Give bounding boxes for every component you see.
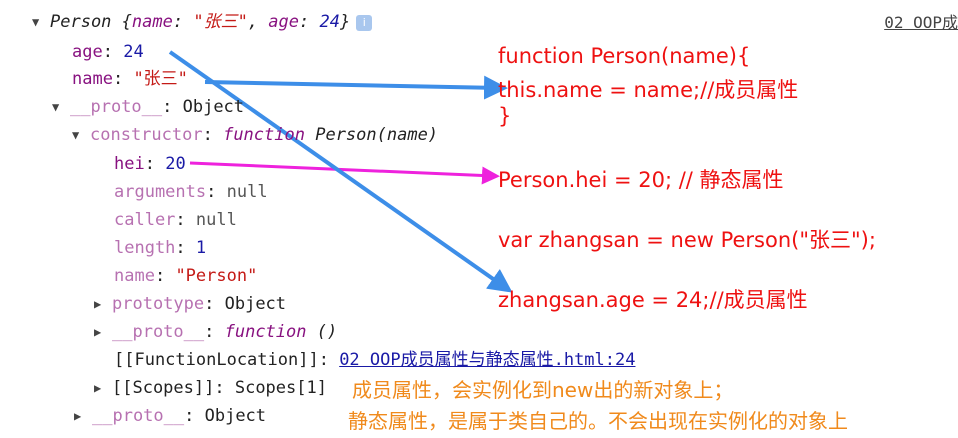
expand-right-icon[interactable]: ▶ bbox=[94, 320, 112, 344]
note-static-assign: Person.hei = 20; // 静态属性 bbox=[498, 168, 784, 192]
note-member-assign: this.name = name;//成员属性 bbox=[498, 78, 799, 102]
expand-down-icon[interactable]: ▼ bbox=[52, 95, 70, 119]
prop-constructor[interactable]: ▼ constructor: function Person(name) bbox=[72, 123, 438, 147]
prop-age: age: 24 bbox=[72, 42, 144, 62]
prop-scopes[interactable]: ▶ [[Scopes]]: Scopes[1] bbox=[94, 376, 327, 400]
prop-function-name: name: "Person" bbox=[114, 266, 258, 286]
note-instance-member: zhangsan.age = 24;//成员属性 bbox=[498, 288, 808, 312]
note-close-brace: } bbox=[498, 104, 512, 128]
prop-hei: hei: 20 bbox=[114, 154, 186, 174]
expand-right-icon[interactable]: ▶ bbox=[74, 404, 92, 428]
object-summary-row[interactable]: ▼ Person {name: "张三", age: 24} i bbox=[32, 10, 373, 34]
prop-arguments: arguments: null bbox=[114, 182, 268, 202]
expand-right-icon[interactable]: ▶ bbox=[94, 292, 112, 316]
prop-length: length: 1 bbox=[114, 238, 207, 258]
arrow-hei-to-static bbox=[189, 161, 500, 185]
expand-right-icon[interactable]: ▶ bbox=[94, 376, 112, 400]
expand-down-icon[interactable]: ▼ bbox=[32, 10, 50, 34]
arrow-name-to-this-name bbox=[204, 75, 508, 100]
prop-proto-object-2[interactable]: ▶ __proto__: Object bbox=[74, 404, 266, 428]
prop-prototype[interactable]: ▶ prototype: Object bbox=[94, 292, 286, 316]
arrow-age-to-member bbox=[168, 50, 513, 293]
prop-proto-function[interactable]: ▶ __proto__: function () bbox=[94, 320, 337, 344]
info-icon[interactable]: i bbox=[356, 15, 373, 31]
prop-function-location: [[FunctionLocation]]: 02 OOP成员属性与静态属性.ht… bbox=[114, 350, 636, 370]
function-location-link[interactable]: 02 OOP成员属性与静态属性.html:24 bbox=[339, 350, 635, 370]
prop-proto-object[interactable]: ▼ __proto__: Object bbox=[52, 95, 244, 119]
prop-caller: caller: null bbox=[114, 210, 237, 230]
source-link[interactable]: 02 OOP成 bbox=[884, 9, 958, 33]
note-member-explanation: 成员属性，会实例化到new出的新对象上； bbox=[352, 378, 734, 402]
note-function-decl: function Person(name){ bbox=[498, 44, 751, 68]
note-static-explanation: 静态属性，是属于类自己的。不会出现在实例化的对象上 bbox=[348, 409, 848, 433]
prop-name: name: "张三" bbox=[72, 69, 188, 89]
expand-down-icon[interactable]: ▼ bbox=[72, 123, 90, 147]
note-new-instance: var zhangsan = new Person("张三"); bbox=[498, 228, 876, 252]
